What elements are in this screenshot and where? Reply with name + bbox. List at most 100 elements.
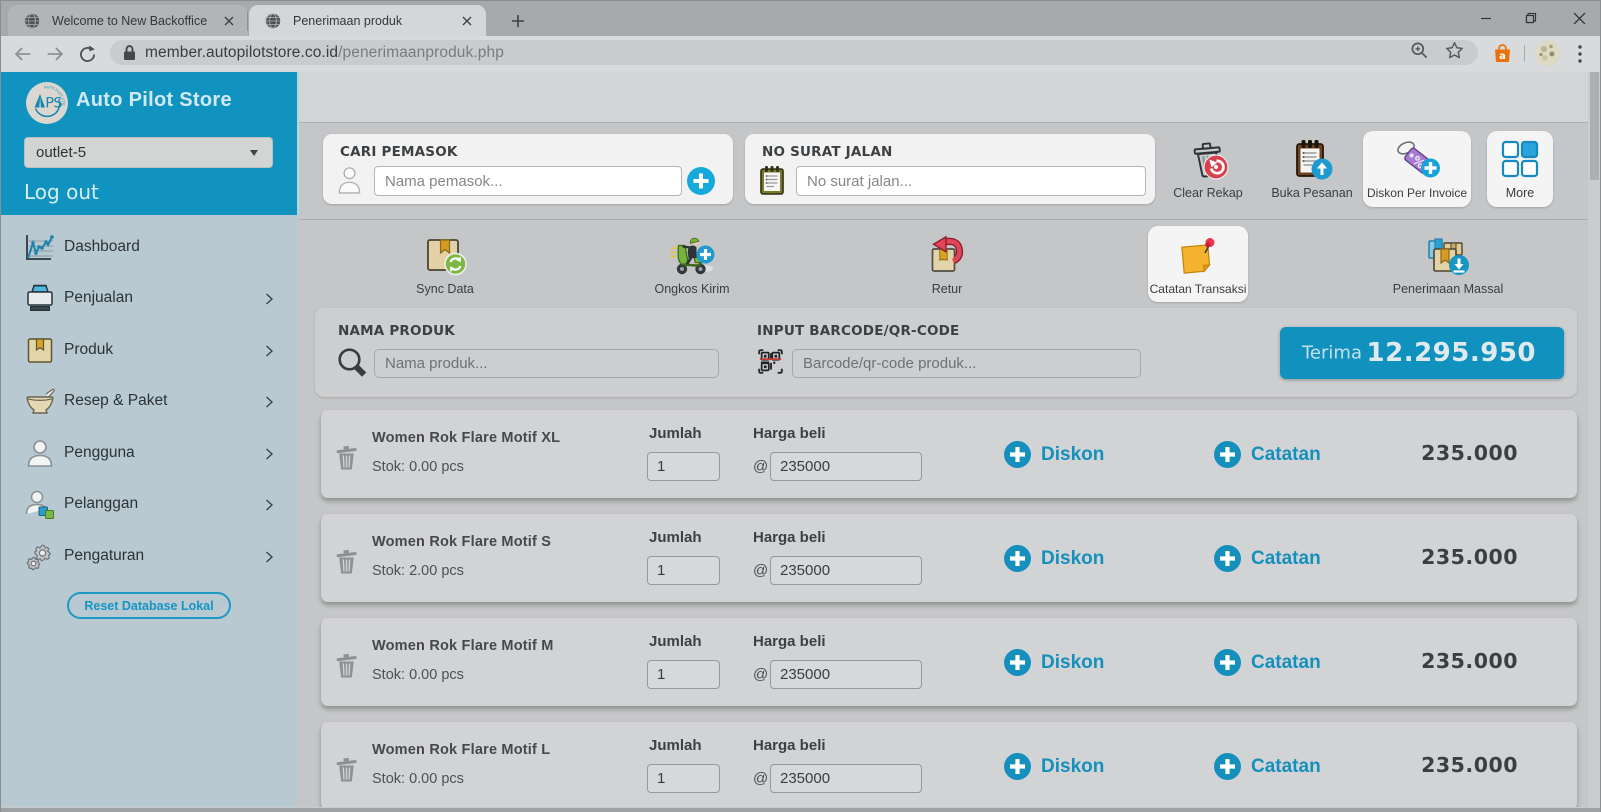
jumlah-label: Jumlah — [649, 529, 702, 546]
diskon-button[interactable]: Diskon — [1004, 441, 1104, 468]
chevron-right-icon — [263, 344, 275, 356]
tab-close-icon[interactable] — [220, 12, 238, 30]
new-tab-button[interactable] — [505, 8, 531, 34]
window-maximize-button[interactable] — [1509, 1, 1553, 35]
product-row: Women Rok Flare Motif L Stok: 0.00 pcs J… — [321, 722, 1577, 810]
clear-rekap-button[interactable]: Clear Rekap — [1163, 131, 1253, 207]
plus-circle-icon — [1214, 649, 1241, 676]
harga-input[interactable] — [770, 660, 922, 689]
catatan-label: Catatan — [1251, 548, 1321, 570]
diskon-per-invoice-button[interactable]: % Diskon Per Invoice — [1363, 131, 1471, 207]
jumlah-input[interactable] — [647, 764, 720, 793]
url-text[interactable]: member.autopilotstore.co.id/penerimaanpr… — [145, 44, 504, 62]
back-button-icon[interactable] — [10, 41, 36, 67]
row-total: 235.000 — [1421, 545, 1518, 569]
terima-button[interactable]: Terima 12.295.950 — [1280, 327, 1564, 379]
product-stock: Stok: 0.00 pcs — [372, 771, 464, 787]
more-button[interactable]: More — [1487, 131, 1553, 207]
plus-circle-icon — [1004, 545, 1031, 572]
diskon-button[interactable]: Diskon — [1004, 545, 1104, 572]
logout-link[interactable]: Log out — [24, 180, 99, 204]
sidebar-item-label: Pelanggan — [64, 495, 138, 513]
reset-database-button[interactable]: Reset Database Lokal — [67, 592, 231, 619]
more-squares-icon — [1501, 140, 1539, 178]
bookmark-star-icon[interactable] — [1445, 41, 1464, 65]
product-row: Women Rok Flare Motif S Stok: 2.00 pcs J… — [321, 514, 1577, 602]
diskon-button[interactable]: Diskon — [1004, 649, 1104, 676]
extension-icon[interactable]: a — [1492, 43, 1513, 64]
supplier-person-icon — [337, 165, 363, 195]
discount-tag-icon: % — [1394, 138, 1440, 182]
gears-icon — [24, 540, 56, 572]
catatan-button[interactable]: Catatan — [1214, 441, 1321, 468]
outlet-select-value: outlet-5 — [36, 144, 86, 161]
catatan-button[interactable]: Catatan — [1214, 753, 1321, 780]
sidebar-item-resep-paket[interactable]: Resep & Paket — [0, 375, 298, 427]
window-minimize-button[interactable] — [1464, 1, 1508, 35]
catatan-button[interactable]: Catatan — [1214, 649, 1321, 676]
zoom-icon[interactable] — [1410, 41, 1429, 65]
catatan-transaksi-button[interactable]: Catatan Transaksi — [1148, 226, 1248, 302]
profile-avatar[interactable] — [1535, 41, 1560, 66]
supplier-search-input[interactable] — [374, 166, 682, 196]
browser-tab-welcome[interactable]: Welcome to New Backoffice — [8, 5, 248, 37]
harga-input[interactable] — [770, 556, 922, 585]
sync-data-button[interactable]: Sync Data — [370, 226, 520, 302]
outlet-select[interactable]: outlet-5 — [24, 137, 273, 168]
harga-beli-label: Harga beli — [753, 425, 826, 442]
jumlah-input[interactable] — [647, 556, 720, 585]
surat-jalan-input[interactable] — [796, 166, 1146, 196]
address-bar[interactable]: member.autopilotstore.co.id/penerimaanpr… — [110, 40, 1478, 65]
product-name-input[interactable] — [374, 349, 719, 378]
barcode-label: INPUT BARCODE/QR-CODE — [757, 323, 959, 339]
delete-row-trash-icon[interactable] — [335, 444, 358, 470]
browser-menu-icon[interactable] — [1572, 42, 1588, 66]
sidebar-item-produk[interactable]: Produk — [0, 324, 298, 376]
sidebar-item-pengguna[interactable]: Pengguna — [0, 427, 298, 479]
penerimaan-massal-button[interactable]: Penerimaan Massal — [1373, 226, 1523, 302]
ongkos-kirim-button[interactable]: Ongkos Kirim — [617, 226, 767, 302]
delete-row-trash-icon[interactable] — [335, 756, 358, 782]
reload-button-icon[interactable] — [74, 41, 100, 67]
barcode-input[interactable] — [792, 349, 1141, 378]
buka-pesanan-button[interactable]: Buka Pesanan — [1267, 131, 1357, 207]
cash-register-icon — [24, 282, 56, 314]
catatan-button[interactable]: Catatan — [1214, 545, 1321, 572]
jumlah-input[interactable] — [647, 452, 720, 481]
forward-button-icon[interactable] — [42, 41, 68, 67]
sidebar-item-label: Penjualan — [64, 289, 133, 307]
sidebar-item-pelanggan[interactable]: Pelanggan — [0, 478, 298, 530]
chevron-right-icon — [263, 498, 275, 510]
delete-row-trash-icon[interactable] — [335, 652, 358, 678]
terima-label: Terima — [1302, 343, 1362, 364]
diskon-label: Diskon — [1041, 756, 1104, 778]
sidebar-item-penjualan[interactable]: Penjualan — [0, 272, 298, 324]
ongkos-kirim-label: Ongkos Kirim — [654, 282, 729, 296]
no-surat-jalan-panel: NO SURAT JALAN — [745, 134, 1155, 204]
add-supplier-button[interactable] — [687, 167, 716, 196]
diskon-button[interactable]: Diskon — [1004, 753, 1104, 780]
plus-circle-icon — [1214, 545, 1241, 572]
browser-titlebar: Welcome to New Backoffice Penerimaan pro… — [0, 0, 1601, 36]
harga-input[interactable] — [770, 452, 922, 481]
catatan-label: Catatan — [1251, 756, 1321, 778]
product-stock: Stok: 0.00 pcs — [372, 459, 464, 475]
harga-input[interactable] — [770, 764, 922, 793]
page-scrollbar-thumb[interactable] — [1590, 72, 1599, 180]
product-name: Women Rok Flare Motif XL — [372, 430, 560, 446]
bulk-receive-boxes-icon — [1425, 234, 1471, 276]
browser-tab-active[interactable]: Penerimaan produk — [249, 5, 486, 37]
harga-beli-label: Harga beli — [753, 529, 826, 546]
lock-icon[interactable] — [123, 45, 136, 61]
retur-button[interactable]: Retur — [872, 226, 1022, 302]
tab-close-icon[interactable] — [458, 12, 476, 30]
window-close-button[interactable] — [1557, 1, 1601, 35]
delete-row-trash-icon[interactable] — [335, 548, 358, 574]
diskon-label: Diskon — [1041, 444, 1104, 466]
product-box-icon — [24, 334, 56, 366]
diskon-per-invoice-label: Diskon Per Invoice — [1367, 186, 1467, 200]
sidebar-item-dashboard[interactable]: Dashboard — [0, 221, 298, 273]
product-row: Women Rok Flare Motif XL Stok: 0.00 pcs … — [321, 410, 1577, 498]
sidebar-item-pengaturan[interactable]: Pengaturan — [0, 530, 298, 582]
jumlah-input[interactable] — [647, 660, 720, 689]
